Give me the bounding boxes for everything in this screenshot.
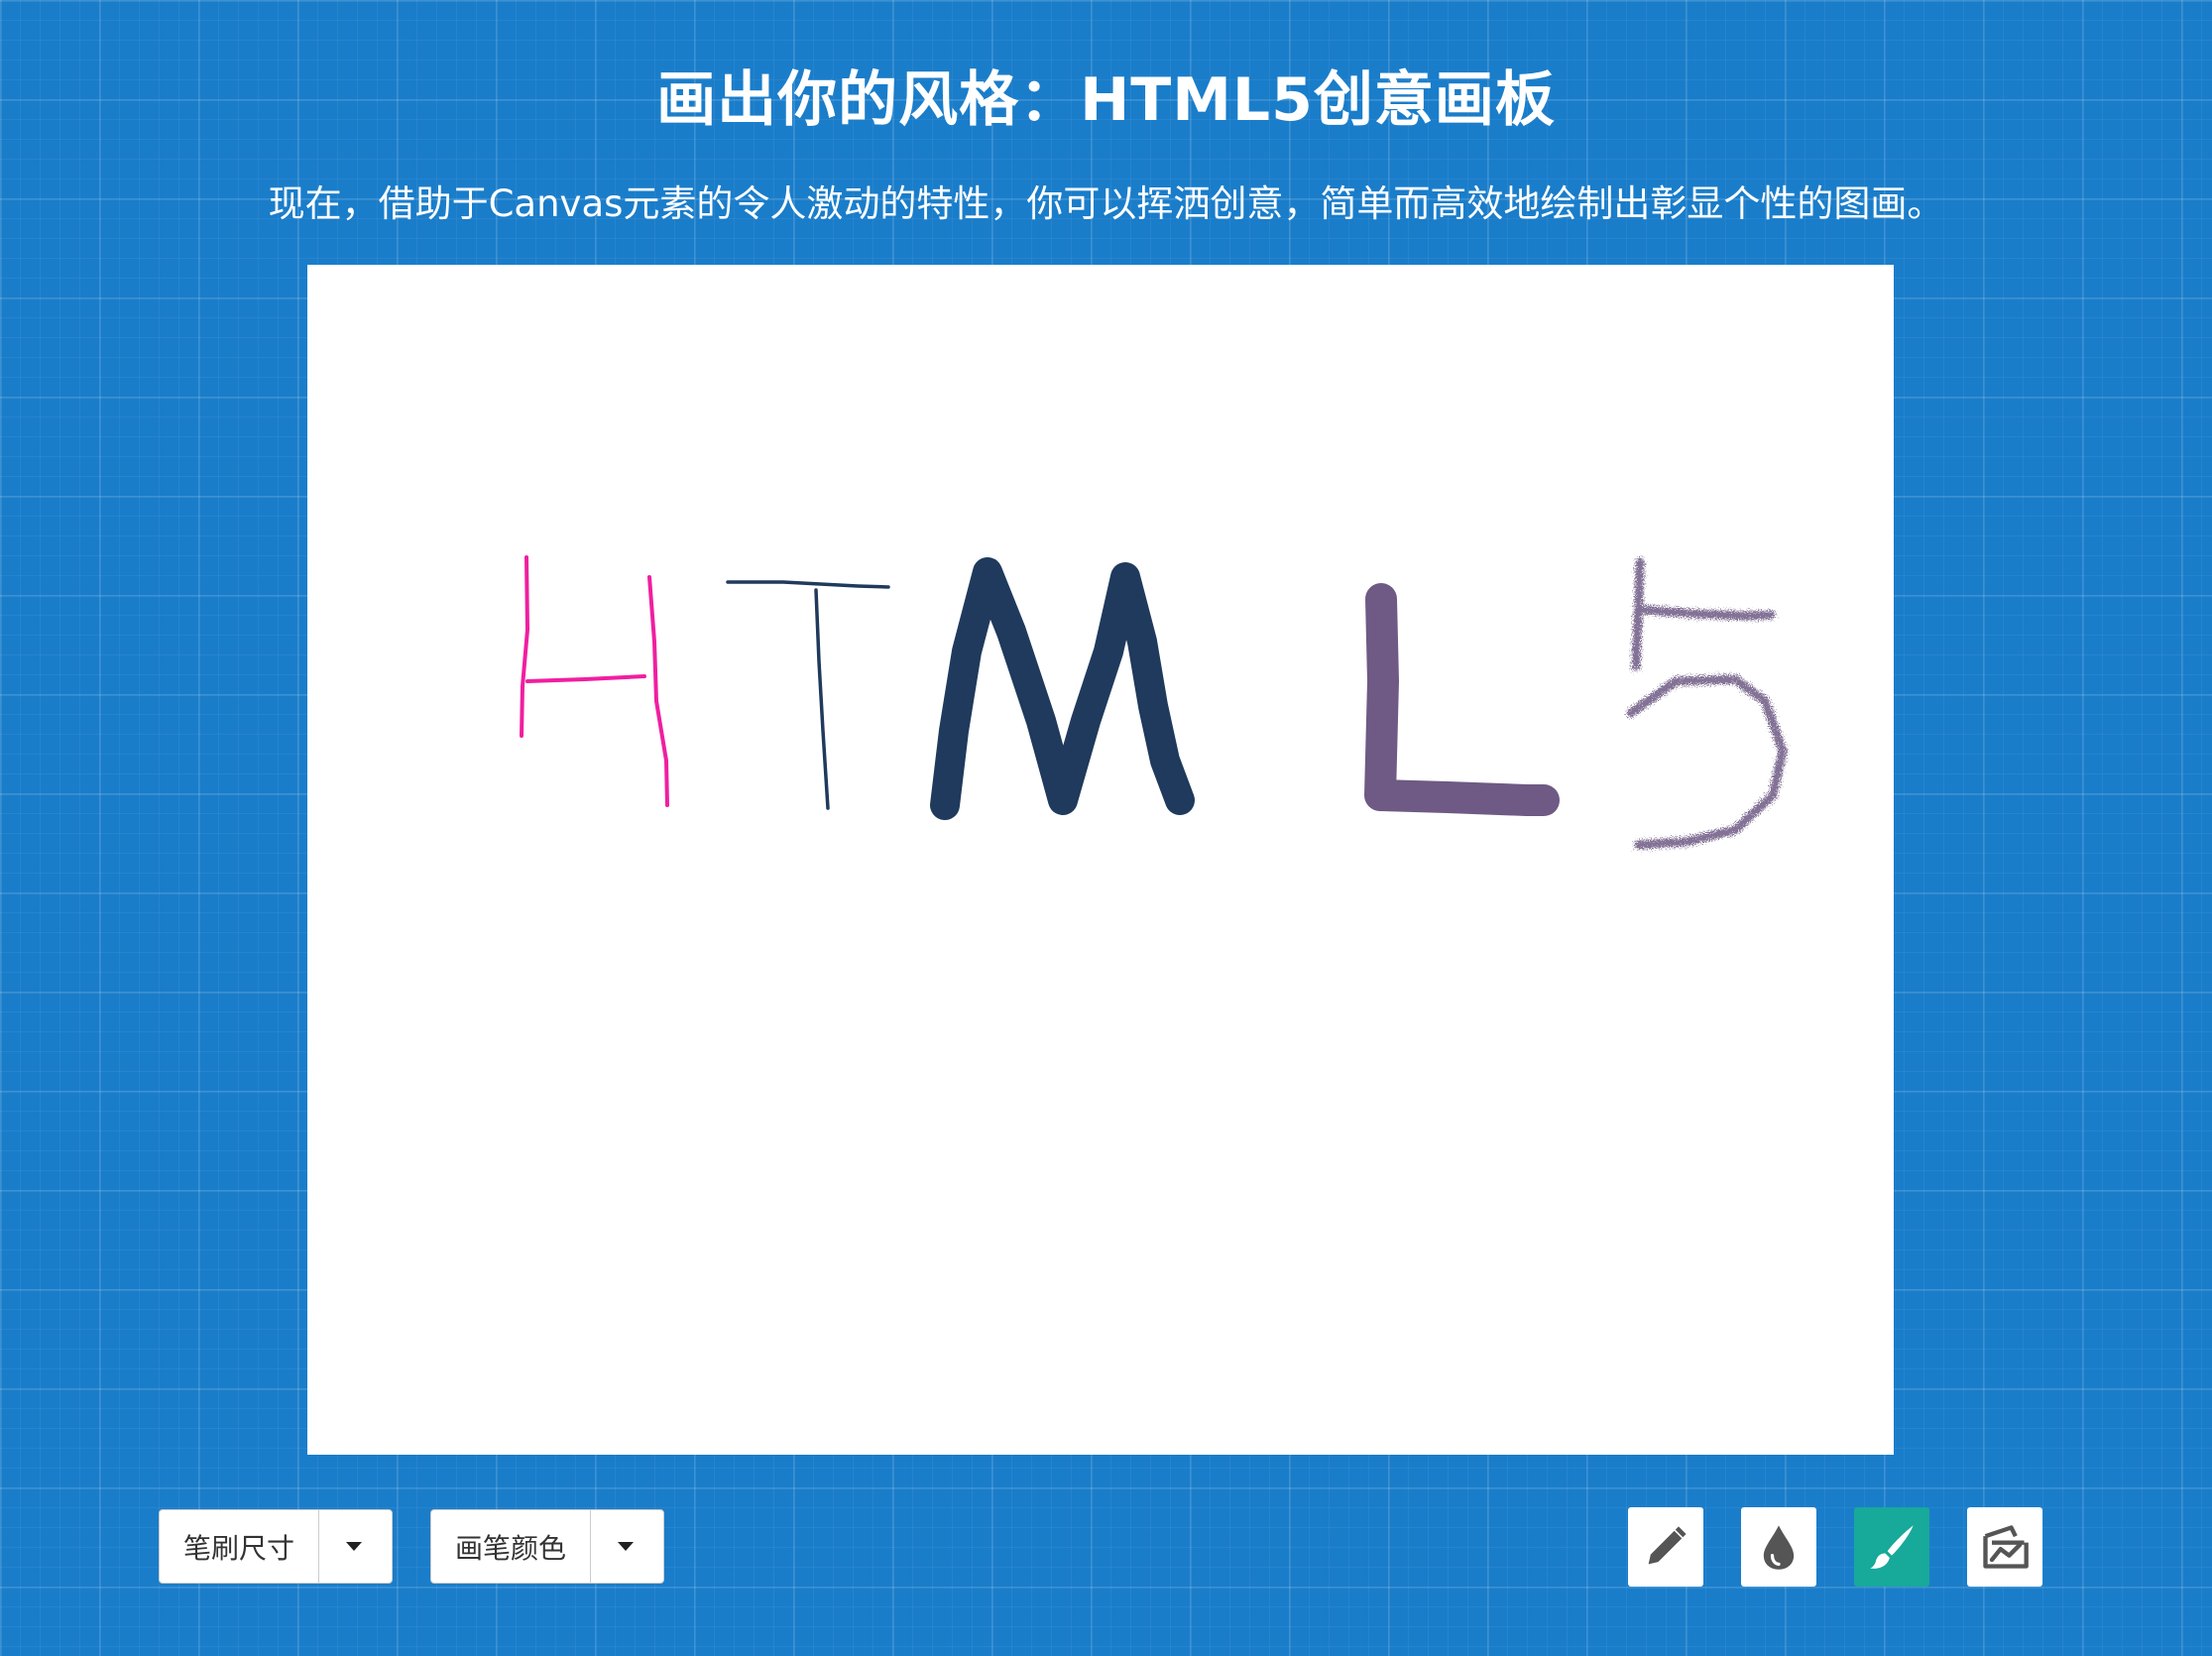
stroke-letter-l [1364,583,1560,816]
spray-icon [1983,1525,2029,1569]
tool-pencil-button[interactable] [1628,1507,1703,1587]
stroke-letter-t [726,580,890,810]
tool-spray-button[interactable] [1967,1507,2042,1587]
drawing-canvas[interactable] [307,265,1894,1455]
tool-brush-button[interactable] [1854,1507,1929,1587]
brush-size-caret[interactable] [319,1510,389,1583]
brush-color-dropdown[interactable]: 画笔颜色 [430,1509,664,1584]
tool-ink-button[interactable] [1741,1507,1816,1587]
paintbrush-icon [1870,1525,1914,1569]
ink-drop-icon [1763,1525,1795,1570]
chevron-down-icon [346,1542,363,1551]
page-subtitle: 现在，借助于Canvas元素的令人激动的特性，你可以挥洒创意，简单而高效地绘制出… [268,182,1944,225]
brush-color-caret[interactable] [591,1510,660,1583]
brush-color-label: 画笔颜色 [431,1510,592,1583]
stroke-letter-m [930,557,1195,820]
stroke-letter-h [520,555,669,807]
pencil-icon [1648,1526,1687,1565]
page-title: 画出你的风格：HTML5创意画板 [656,65,1556,135]
brush-size-dropdown[interactable]: 笔刷尺寸 [159,1509,393,1584]
brush-size-label: 笔刷尺寸 [160,1510,320,1583]
stroke-number-5 [1626,557,1788,850]
chevron-down-icon [618,1542,635,1551]
